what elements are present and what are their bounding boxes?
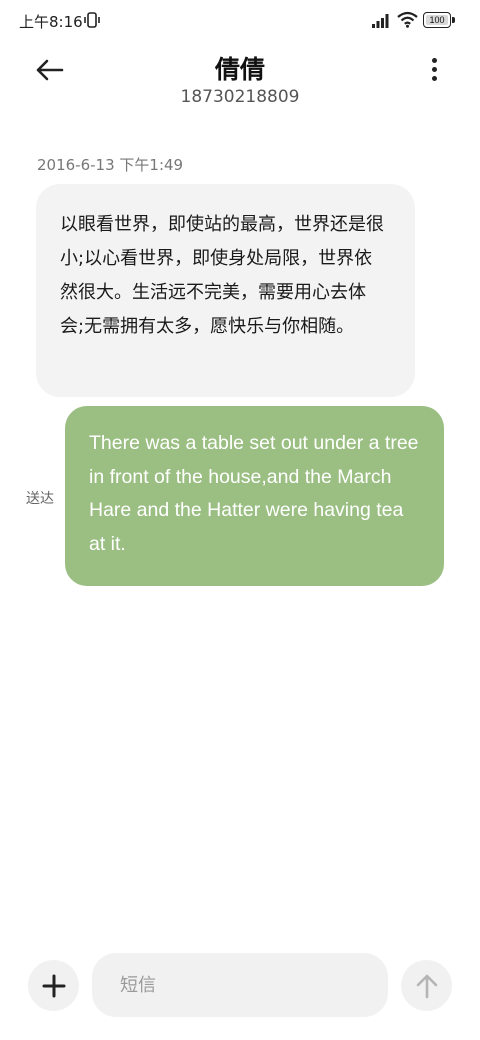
back-button[interactable]	[30, 50, 70, 90]
send-button[interactable]	[401, 960, 452, 1011]
arrow-left-icon	[36, 59, 64, 81]
more-vertical-icon	[431, 57, 437, 63]
signal-icon	[372, 14, 389, 28]
more-dot	[431, 66, 437, 72]
arrow-up-icon	[416, 974, 437, 998]
battery-tip	[452, 17, 455, 23]
sent-message-bubble[interactable]: There was a table set out under a tree i…	[65, 406, 444, 586]
vibrate-icon	[84, 12, 100, 28]
contact-number: 18730218809	[180, 87, 300, 107]
contact-name: 倩倩	[214, 55, 265, 84]
add-attachment-button[interactable]	[28, 960, 79, 1011]
message-input[interactable]	[92, 953, 388, 1017]
wifi-icon	[397, 11, 418, 28]
battery-indicator: 100	[423, 12, 455, 28]
battery-level-text: 100	[429, 15, 445, 25]
delivery-status: 送达	[26, 491, 54, 507]
message-timestamp: 2016-6-13 下午1:49	[37, 156, 184, 174]
sent-message-text: There was a table set out under a tree i…	[89, 432, 419, 555]
received-message-text: 以眼看世界，即使站的最高，世界还是很小;以心看世界，即使身处局限，世界依然很大。…	[60, 214, 384, 337]
received-message-bubble[interactable]: 以眼看世界，即使站的最高，世界还是很小;以心看世界，即使身处局限，世界依然很大。…	[36, 184, 415, 397]
plus-icon	[42, 974, 65, 997]
more-dot	[431, 75, 437, 81]
status-time: 上午8:16	[19, 13, 83, 31]
status-bar: 上午8:16 100	[0, 0, 480, 40]
more-options-button[interactable]	[418, 52, 450, 86]
